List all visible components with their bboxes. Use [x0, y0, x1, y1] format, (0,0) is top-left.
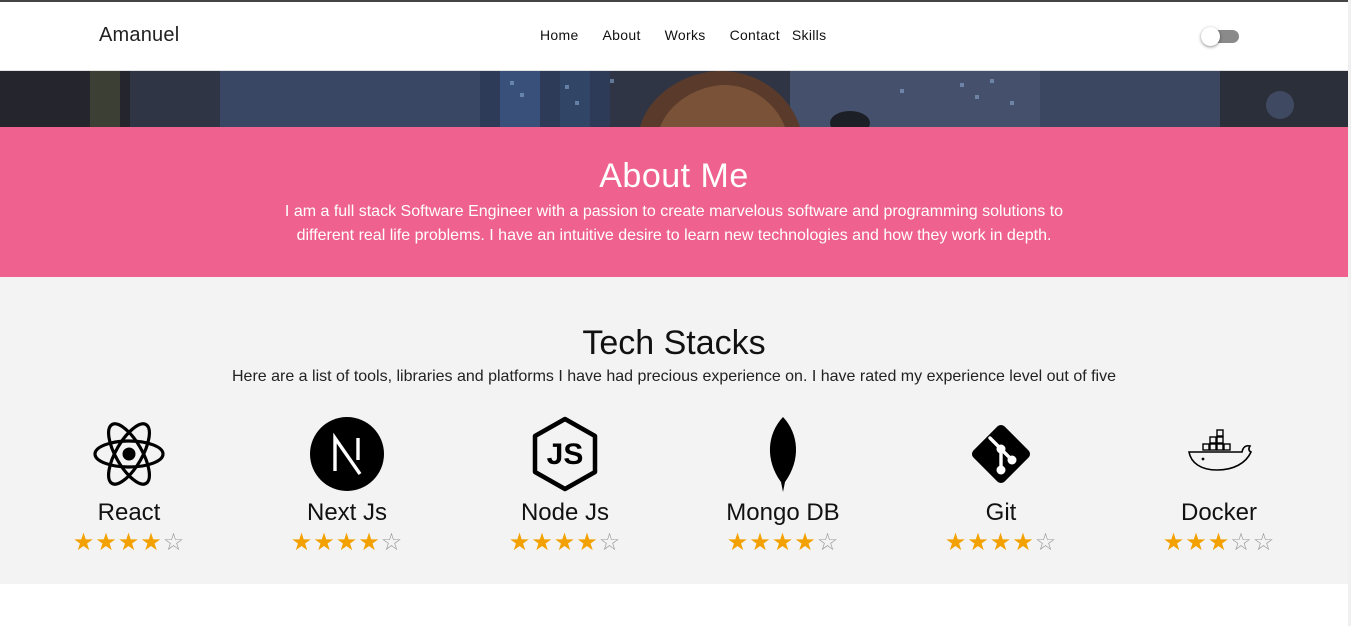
skill-name: Next Js	[306, 499, 387, 526]
tech-stacks-title: Tech Stacks	[582, 324, 766, 362]
star-filled-icon: ★	[967, 529, 990, 556]
theme-toggle-knob	[1201, 27, 1220, 46]
tech-stacks-section: Tech Stacks Here are a list of tools, li…	[0, 277, 1348, 584]
star-filled-icon: ★	[749, 529, 772, 556]
nodejs-icon: JS	[532, 416, 598, 492]
git-icon	[971, 424, 1031, 484]
skill-card-git: Git ★★★★☆	[921, 414, 1081, 564]
about-title: About Me	[599, 157, 749, 195]
star-filled-icon: ★	[1207, 529, 1231, 556]
hero-illustration	[0, 71, 1348, 127]
star-filled-icon: ★	[989, 529, 1013, 556]
brand-logo-text[interactable]: Amanuel	[99, 24, 179, 47]
hero-image	[0, 71, 1348, 127]
nav-link-skills[interactable]: Skills	[792, 27, 838, 43]
star-filled-icon: ★	[140, 529, 163, 556]
nav-link-contact[interactable]: Contact	[718, 27, 792, 43]
star-rating: ★★★★☆	[921, 528, 1081, 557]
skill-card-react: React ★★★★☆	[49, 414, 209, 564]
nextjs-icon	[310, 417, 384, 491]
star-rating: ★★★★☆	[485, 528, 645, 557]
star-filled-icon: ★	[335, 529, 359, 556]
skill-name: Git	[985, 499, 1017, 526]
star-rating: ★★★★☆	[703, 528, 863, 557]
star-filled-icon: ★	[531, 529, 554, 556]
star-empty-icon: ☆	[1252, 529, 1276, 556]
star-filled-icon: ★	[794, 529, 817, 556]
skill-card-nodejs: JS Node Js ★★★★☆	[485, 414, 645, 564]
nav-link-about[interactable]: About	[591, 27, 653, 43]
star-empty-icon: ☆	[598, 529, 622, 556]
star-rating: ★★★☆☆	[1139, 528, 1299, 557]
star-rating: ★★★★☆	[49, 528, 209, 557]
star-empty-icon: ☆	[1034, 529, 1058, 556]
about-text: I am a full stack Software Engineer with…	[284, 203, 1064, 244]
docker-icon	[1188, 429, 1253, 471]
star-filled-icon: ★	[117, 529, 141, 556]
star-filled-icon: ★	[1012, 529, 1035, 556]
star-filled-icon: ★	[508, 529, 532, 556]
star-filled-icon: ★	[1162, 529, 1186, 556]
skill-name: Docker	[1180, 499, 1258, 526]
star-filled-icon: ★	[944, 529, 968, 556]
star-filled-icon: ★	[358, 529, 381, 556]
star-filled-icon: ★	[313, 529, 336, 556]
star-empty-icon: ☆	[380, 529, 404, 556]
star-filled-icon: ★	[290, 529, 314, 556]
skill-card-docker: Docker ★★★☆☆	[1139, 414, 1299, 564]
theme-toggle[interactable]	[1201, 27, 1239, 46]
skill-name: Node Js	[520, 499, 610, 526]
skill-name: React	[97, 499, 161, 526]
star-filled-icon: ★	[553, 529, 577, 556]
nav-link-works[interactable]: Works	[653, 27, 718, 43]
react-icon	[93, 422, 165, 486]
star-empty-icon: ☆	[162, 529, 186, 556]
svg-text:JS: JS	[547, 438, 584, 471]
star-filled-icon: ★	[72, 529, 96, 556]
nav-link-home[interactable]: Home	[528, 27, 591, 43]
skill-card-nextjs: Next Js ★★★★☆	[267, 414, 427, 564]
navbar: Amanuel Home About Works Contact Skills	[0, 2, 1348, 71]
star-empty-icon: ☆	[816, 529, 840, 556]
star-filled-icon: ★	[726, 529, 750, 556]
star-empty-icon: ☆	[1230, 529, 1253, 556]
nav-links: Home About Works Contact Skills	[528, 27, 838, 43]
star-filled-icon: ★	[576, 529, 599, 556]
star-rating: ★★★★☆	[267, 528, 427, 557]
skill-card-mongodb: Mongo DB ★★★★☆	[703, 414, 863, 564]
about-section: About Me I am a full stack Software Engi…	[0, 127, 1348, 277]
star-filled-icon: ★	[1185, 529, 1208, 556]
skill-name: Mongo DB	[726, 499, 840, 526]
star-filled-icon: ★	[95, 529, 118, 556]
tech-stacks-subtitle: Here are a list of tools, libraries and …	[231, 368, 1117, 385]
star-filled-icon: ★	[771, 529, 795, 556]
mongodb-icon	[769, 417, 797, 492]
